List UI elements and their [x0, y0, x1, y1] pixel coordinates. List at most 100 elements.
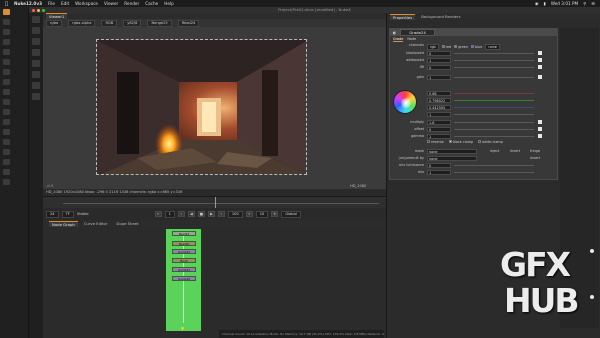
backdrop-node[interactable]: Read24 Read20 Grade24 Blur8 Grade24 Grad… [166, 229, 201, 331]
timecode-mode-select[interactable]: TF [61, 210, 74, 218]
node-grade26[interactable]: Grade26 [172, 276, 196, 281]
animation-button[interactable] [538, 51, 542, 55]
gain-r-slider[interactable] [454, 93, 534, 94]
tool-clone-icon[interactable] [32, 60, 40, 67]
node-blur8[interactable]: Blur8 [172, 258, 196, 263]
mix-luminance-field[interactable]: 0 [427, 163, 451, 168]
blue-checkbox[interactable]: blue [471, 45, 482, 49]
lift-slider[interactable] [454, 67, 534, 68]
range-select[interactable]: Global [281, 210, 301, 218]
whitepoint-slider[interactable] [454, 60, 534, 61]
zoom-select[interactable]: y82/8 [123, 19, 142, 27]
dock-metadata-icon[interactable] [3, 139, 10, 145]
gain-field[interactable]: 1 [427, 75, 451, 80]
mix-luminance-slider[interactable] [454, 165, 534, 166]
dock-particles-icon[interactable] [3, 149, 10, 155]
dock-keyer-icon[interactable] [3, 89, 10, 95]
mix-field[interactable]: 1 [427, 170, 451, 175]
menu-render[interactable]: Render [124, 1, 139, 6]
dock-image-icon[interactable] [3, 29, 10, 35]
gain-slider[interactable] [454, 77, 534, 78]
menu-file[interactable]: File [48, 1, 55, 6]
tab-node[interactable]: Node [407, 37, 416, 41]
wifi-icon[interactable]: ◉ [535, 1, 539, 6]
menu-app-name[interactable]: Nuke12.0v3 [14, 1, 42, 6]
node-grade24-a[interactable]: Grade24 [172, 249, 196, 254]
dock-nodes-icon[interactable] [3, 19, 10, 25]
viewer-canvas[interactable]: cl.5 HD_1080 [43, 27, 386, 189]
tool-bezier-icon[interactable] [32, 38, 40, 45]
reverse-checkbox[interactable]: reverse [427, 140, 444, 144]
tool-dodge-icon[interactable] [32, 82, 40, 89]
node-grade24-b[interactable]: Grade24 [172, 267, 196, 272]
gain-a-slider[interactable] [454, 114, 534, 115]
white-clamp-checkbox[interactable]: white clamp [478, 140, 503, 144]
apple-icon[interactable]:  [5, 1, 8, 7]
offset-field[interactable]: 0 [427, 127, 451, 132]
timeline[interactable] [43, 196, 386, 209]
dock-toolsets-icon[interactable] [3, 169, 10, 175]
gain-g-slider[interactable] [454, 100, 534, 101]
play-button[interactable]: ▶ [207, 211, 215, 217]
tab-properties[interactable]: Properties [390, 13, 416, 20]
fringe-checkbox[interactable]: fringe [530, 149, 540, 153]
dock-merge-icon[interactable] [3, 99, 10, 105]
loop-button[interactable]: ↻ [271, 211, 279, 217]
mask-select[interactable]: none [427, 149, 477, 154]
search-icon[interactable]: ⚲ [583, 1, 586, 6]
first-frame-button[interactable]: « [154, 211, 162, 217]
battery-icon[interactable]: ▮ [544, 1, 546, 6]
gain-a-field[interactable]: 1 [427, 112, 451, 117]
dock-channel-icon[interactable] [3, 59, 10, 65]
channels-select[interactable]: rgba [46, 19, 63, 27]
node-read20[interactable]: Read20 [172, 241, 196, 246]
multiply-field[interactable]: 1.6 [427, 120, 451, 125]
tab-background-renders[interactable]: Background Renders [418, 14, 463, 20]
black-clamp-checkbox[interactable]: black clamp [448, 140, 473, 144]
gain-r-field[interactable]: 0.66 [427, 91, 451, 96]
next-frame-button[interactable]: › [217, 211, 225, 217]
whitepoint-field[interactable]: 1 [427, 58, 451, 63]
offset-slider[interactable] [454, 129, 534, 130]
green-checkbox[interactable]: green [454, 45, 468, 49]
gain-b-field[interactable]: 0.442505 [427, 105, 451, 110]
mix-slider[interactable] [454, 172, 534, 173]
tool-blur-icon[interactable] [32, 71, 40, 78]
unpremult-select[interactable]: none [427, 156, 477, 161]
animation-button[interactable] [538, 134, 542, 138]
stop-button[interactable]: ■ [197, 211, 205, 217]
animation-button[interactable] [538, 65, 542, 69]
lift-field[interactable]: 0 [427, 65, 451, 70]
dock-transform-icon[interactable] [3, 109, 10, 115]
prev-frame-button[interactable]: ‹ [177, 211, 185, 217]
frame-step-field[interactable]: 10 [255, 210, 269, 218]
dock-3d-icon[interactable] [3, 119, 10, 125]
red-checkbox[interactable]: red [441, 45, 451, 49]
tool-select-icon[interactable] [32, 16, 40, 23]
menu-help[interactable]: Help [164, 1, 174, 6]
dock-other-icon[interactable] [3, 179, 10, 185]
tab-grade[interactable]: Grade [393, 37, 404, 42]
last-frame-button[interactable]: » [245, 211, 253, 217]
menu-viewer[interactable]: Viewer [104, 1, 118, 6]
end-frame-field[interactable]: 100 [227, 210, 243, 218]
play-back-button[interactable]: ◀ [187, 211, 195, 217]
tool-brush-icon[interactable] [32, 49, 40, 56]
current-frame-field[interactable]: 1 [164, 210, 175, 218]
blackpoint-slider[interactable] [454, 53, 534, 54]
zoom-window-icon[interactable] [42, 8, 45, 12]
mode-select[interactable]: Nenge25 [147, 19, 172, 27]
dock-viewer-icon[interactable] [3, 9, 10, 15]
animation-button[interactable] [538, 58, 542, 62]
animation-button[interactable] [538, 120, 542, 124]
gamma-slider[interactable] [454, 136, 534, 137]
dock-time-icon[interactable] [3, 49, 10, 55]
dock-deep-icon[interactable] [3, 159, 10, 165]
dock-color-icon[interactable] [3, 69, 10, 75]
dock-views-icon[interactable] [3, 129, 10, 135]
animation-button[interactable] [538, 127, 542, 131]
multiply-slider[interactable] [454, 122, 534, 123]
menubar-clock[interactable]: Wed 3:01 PM [551, 1, 578, 6]
compare-select[interactable]: Read24 [177, 19, 200, 27]
node-read24[interactable]: Read24 [172, 231, 196, 236]
